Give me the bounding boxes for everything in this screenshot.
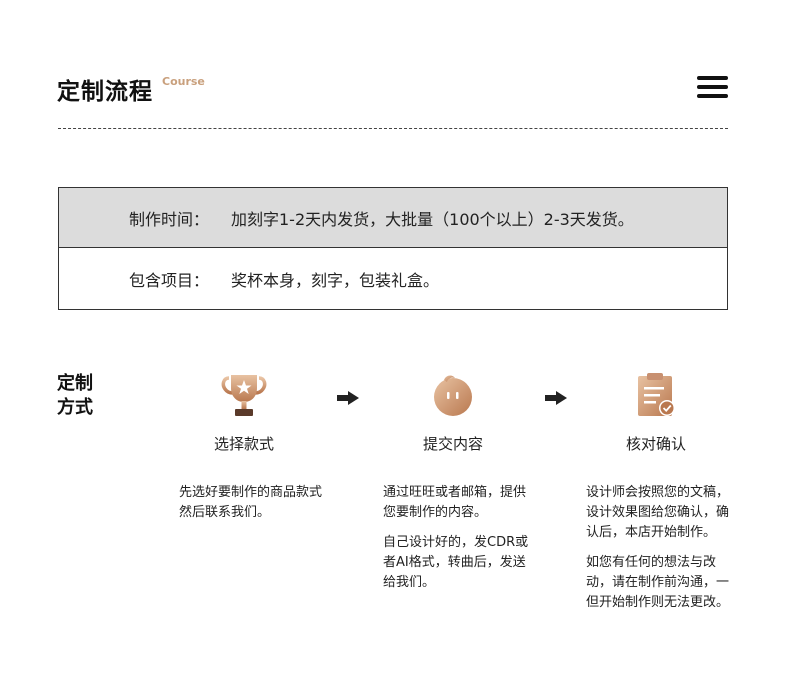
menu-icon[interactable]: [697, 76, 728, 98]
method-label-line: 方式: [57, 397, 93, 418]
info-row-time: 制作时间： 加刻字1-2天内发货，大批量（100个以上）2-3天发货。: [59, 188, 727, 248]
header-divider: [58, 128, 728, 129]
chat-mascot-icon: [430, 372, 476, 418]
step-description-submit: 通过旺旺或者邮箱，提供您要制作的内容。 自己设计好的，发CDR或者AI格式，转曲…: [383, 483, 533, 603]
step-title-submit: 提交内容: [422, 435, 483, 453]
info-value: 加刻字1-2天内发货，大批量（100个以上）2-3天发货。: [231, 209, 634, 229]
arrow-right-icon: [545, 390, 567, 405]
method-label: 定制 方式: [57, 372, 93, 420]
info-label: 制作时间：: [129, 209, 210, 229]
description-paragraph: 如您有任何的想法与改动，请在制作前沟通，一但开始制作则无法更改。: [586, 555, 730, 610]
page-subtitle: Course: [162, 75, 205, 88]
clipboard-check-icon: [634, 372, 680, 418]
info-row-contents: 包含项目： 奖杯本身，刻字，包装礼盒。: [59, 249, 727, 309]
info-table: 制作时间： 加刻字1-2天内发货，大批量（100个以上）2-3天发货。 包含项目…: [58, 187, 728, 310]
info-label: 包含项目：: [129, 271, 210, 290]
method-label-line: 定制: [57, 373, 93, 394]
description-paragraph: 设计师会按照您的文稿，设计效果图给您确认，确认后，本店开始制作。: [586, 485, 730, 540]
info-value: 奖杯本身，刻字，包装礼盒。: [231, 271, 440, 290]
page-title: 定制流程: [57, 79, 153, 105]
description-paragraph: 先选好要制作的商品款式然后联系我们。: [179, 485, 323, 520]
trophy-icon: [221, 372, 267, 418]
step-description-select: 先选好要制作的商品款式然后联系我们。: [179, 483, 329, 533]
arrow-right-icon: [337, 390, 359, 405]
step-title-select: 选择款式: [213, 435, 274, 453]
step-description-confirm: 设计师会按照您的文稿，设计效果图给您确认，确认后，本店开始制作。 如您有任何的想…: [586, 483, 732, 623]
description-paragraph: 自己设计好的，发CDR或者AI格式，转曲后，发送给我们。: [383, 535, 529, 590]
step-title-confirm: 核对确认: [625, 435, 686, 453]
description-paragraph: 通过旺旺或者邮箱，提供您要制作的内容。: [383, 485, 527, 520]
